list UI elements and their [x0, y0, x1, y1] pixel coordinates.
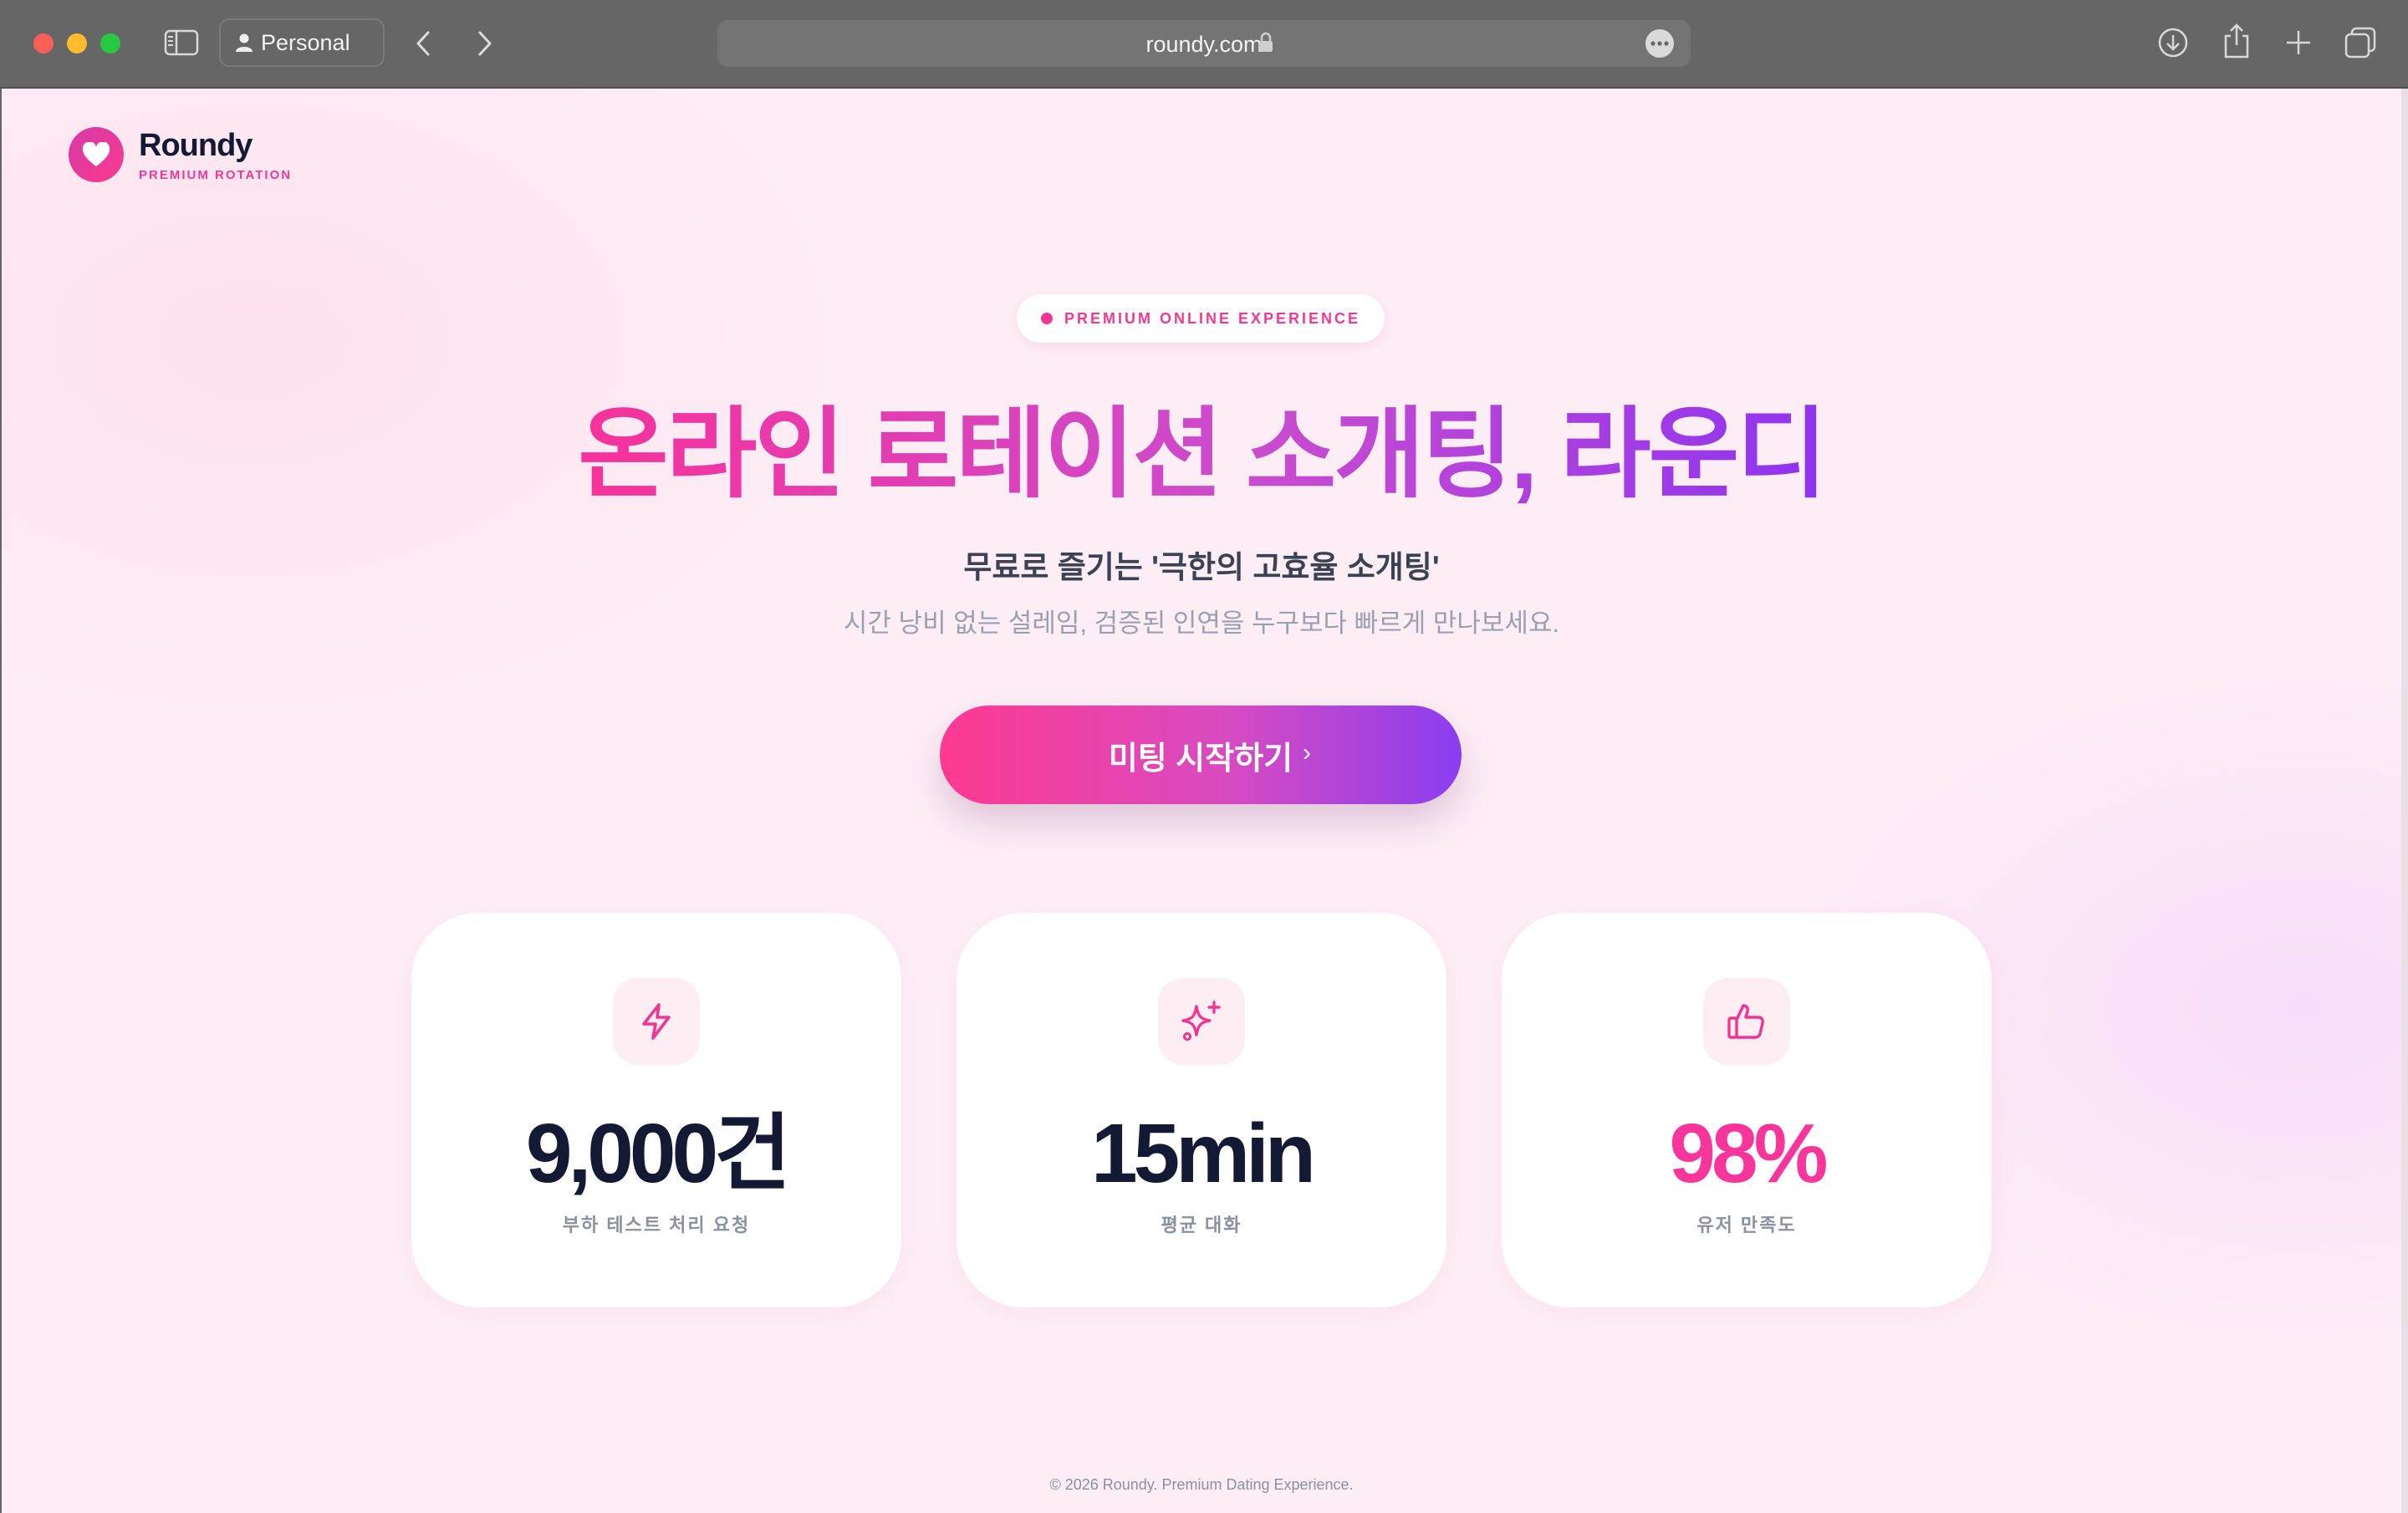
heart-logo-icon [69, 127, 124, 182]
stat-card-chat-time: 15min 평균 대화 [957, 913, 1446, 1307]
hero-title: 온라인 로테이션 소개팅, 라운디 [2, 396, 2401, 513]
hero-description: 시간 낭비 없는 설레임, 검증된 인연을 누구보다 빠르게 만나보세요. [843, 609, 1560, 638]
experience-badge: PREMIUM ONLINE EXPERIENCE [1017, 294, 1385, 343]
tab-overview-icon[interactable] [2343, 25, 2378, 60]
url-text: roundy.com [1145, 32, 1263, 57]
start-meeting-label: 미팅 시작하기 [1108, 741, 1293, 777]
brand-name: Roundy [139, 127, 253, 163]
chevron-right-icon [478, 31, 492, 56]
zoom-window-button[interactable] [100, 33, 120, 53]
minimize-window-button[interactable] [67, 33, 87, 53]
profile-button[interactable]: Personal [219, 18, 385, 67]
person-icon [236, 33, 253, 52]
landing-page: Roundy PREMIUM ROTATION PREMIUM ONLINE E… [2, 89, 2401, 1513]
brand-logo[interactable]: Roundy PREMIUM ROTATION [69, 127, 292, 182]
hero-title-text: 온라인 로테이션 소개팅, 라운디 [578, 400, 1827, 510]
badge-dot-icon [1040, 313, 1053, 324]
sidebar-toggle-icon[interactable] [164, 28, 199, 57]
chevron-right-icon: › [1303, 739, 1311, 767]
brand-tagline: PREMIUM ROTATION [139, 167, 293, 182]
stat-value: 9,000건 [525, 1107, 791, 1200]
close-window-button[interactable] [33, 33, 54, 53]
start-meeting-button[interactable]: 미팅 시작하기 › [940, 706, 1462, 804]
profile-label: Personal [261, 29, 350, 55]
footer-copyright: © 2026 Roundy. Premium Dating Experience… [1049, 1476, 1354, 1493]
scrollbar-track[interactable] [2401, 89, 2408, 1513]
badge-text: PREMIUM ONLINE EXPERIENCE [1064, 309, 1361, 327]
sparkles-icon [1158, 978, 1245, 1065]
stat-label: 평균 대화 [1161, 1215, 1242, 1235]
share-icon[interactable] [2219, 22, 2254, 60]
stat-label: 유저 만족도 [1696, 1215, 1797, 1235]
page-options-icon[interactable] [1644, 28, 1676, 59]
lightning-icon [613, 978, 700, 1065]
forward-button[interactable] [468, 25, 502, 62]
back-button[interactable] [406, 25, 440, 62]
stat-card-satisfaction: 98% 유저 만족도 [1502, 913, 1992, 1307]
stat-label: 부하 테스트 처리 요청 [562, 1215, 751, 1235]
stat-card-requests: 9,000건 부하 테스트 처리 요청 [411, 913, 901, 1307]
hero-subtitle: 무료로 즐기는 '극한의 고효율 소개팅' [963, 550, 1440, 584]
lock-icon [1258, 32, 1278, 55]
thumbs-up-icon [1703, 978, 1790, 1065]
chevron-left-icon [416, 31, 430, 56]
address-bar[interactable]: roundy.com [717, 20, 1691, 67]
new-tab-icon[interactable] [2281, 25, 2316, 60]
stat-value: 98% [1669, 1107, 1828, 1200]
download-icon[interactable] [2155, 25, 2191, 60]
browser-toolbar: Personal roundy.com [0, 0, 2408, 89]
stat-value: 15min [1090, 1107, 1316, 1200]
